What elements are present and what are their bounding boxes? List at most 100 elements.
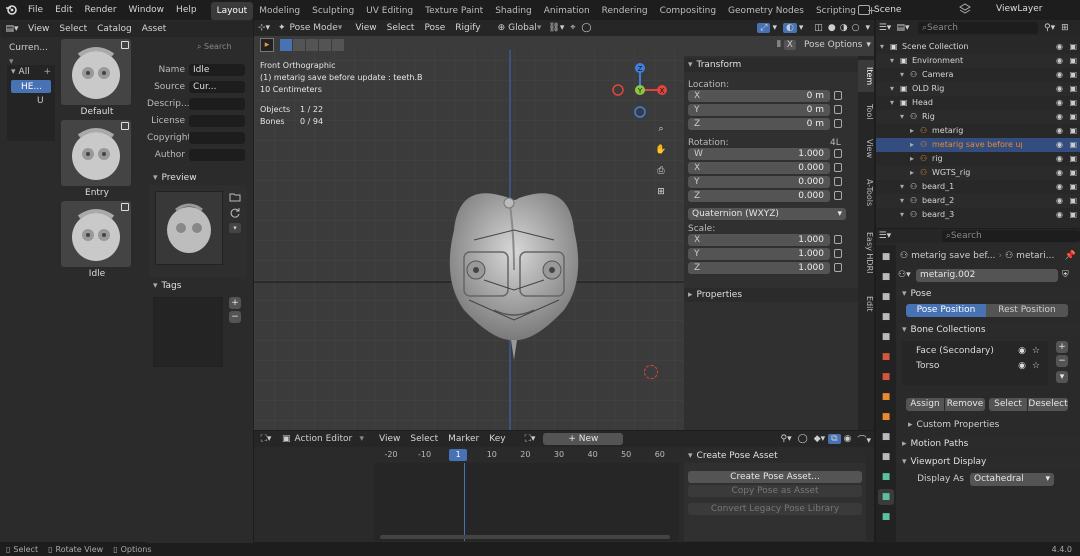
view-layer-name[interactable]: ViewLayer: [996, 4, 1042, 14]
sidebar-tab-item[interactable]: Item: [858, 60, 874, 92]
asset-prop-field[interactable]: [189, 98, 245, 110]
camera-render-icon[interactable]: ▣: [1069, 68, 1077, 82]
expand-arrow-icon[interactable]: ▾: [900, 68, 910, 82]
tags-list[interactable]: [153, 297, 223, 367]
pose-panel-header[interactable]: ▾ Pose: [898, 287, 1080, 301]
current-frame-indicator[interactable]: 1: [449, 449, 468, 461]
scale-z-field[interactable]: Z 1.000: [688, 262, 830, 274]
visibility-eye-icon[interactable]: ◉: [1018, 346, 1026, 356]
sidebar-tab-view[interactable]: View: [858, 132, 874, 164]
visibility-eye-icon[interactable]: ◉: [1056, 96, 1063, 110]
menu-render[interactable]: Render: [79, 0, 123, 20]
workspace-tab-shading[interactable]: Shading: [489, 2, 538, 20]
camera-render-icon[interactable]: ▣: [1069, 40, 1077, 54]
viewport-menu-pose[interactable]: Pose: [419, 20, 450, 36]
fake-user-icon[interactable]: ⛨: [1062, 270, 1069, 280]
convert-legacy-pose-library-button[interactable]: Convert Legacy Pose Library: [688, 503, 862, 515]
expand-arrow-icon[interactable]: ▾: [890, 82, 900, 96]
perspective-grid-icon[interactable]: ⊞: [652, 183, 670, 201]
expand-arrow-icon[interactable]: ▾: [900, 194, 910, 208]
keyframe-area[interactable]: [374, 463, 679, 541]
visibility-eye-icon[interactable]: ◉: [1056, 194, 1063, 208]
properties-tab-scene-icon[interactable]: ■: [878, 329, 894, 345]
properties-tab-modifier-icon[interactable]: ■: [878, 409, 894, 425]
assign-button[interactable]: Assign: [906, 397, 944, 411]
asset-card-default[interactable]: Default: [61, 39, 133, 119]
sidebar-tab-tool[interactable]: Tool: [858, 96, 874, 128]
rotation-lock-4l[interactable]: 4L: [830, 138, 841, 148]
sidebar-tab-edit[interactable]: Edit: [858, 288, 874, 320]
visibility-eye-icon[interactable]: ◉: [1056, 54, 1063, 68]
symmetry-icon[interactable]: ⫴: [774, 40, 784, 50]
location-y-field[interactable]: Y 0 m: [688, 104, 830, 116]
expand-arrow-icon[interactable]: ▸: [910, 166, 920, 180]
location-x-field[interactable]: X 0 m: [688, 90, 830, 102]
folder-icon[interactable]: [229, 191, 241, 203]
camera-render-icon[interactable]: ▣: [1069, 82, 1077, 96]
expand-arrow-icon[interactable]: ▸: [910, 138, 920, 152]
create-pose-asset-button[interactable]: Create Pose Asset...: [688, 471, 862, 483]
editor-type-icon[interactable]: ⛶▾: [254, 434, 278, 444]
lock-icon[interactable]: [834, 249, 842, 258]
action-menu-select[interactable]: Select: [405, 431, 443, 447]
outliner-row-wgts-rig[interactable]: ▸ ⚇ WGTS_rig ◉ ▣: [876, 166, 1080, 180]
asset-menu-select[interactable]: Select: [54, 21, 92, 37]
visibility-eye-icon[interactable]: ◉: [1056, 82, 1063, 96]
asset-prop-field[interactable]: [189, 115, 245, 127]
bone-collection-face-secondary[interactable]: Face (Secondary) ◉ ☆: [902, 344, 1048, 358]
scale-y-field[interactable]: Y 1.000: [688, 248, 830, 260]
expand-arrow-icon[interactable]: ▾: [900, 110, 910, 124]
menu-window[interactable]: Window: [123, 0, 171, 20]
lock-icon[interactable]: [834, 105, 842, 114]
properties-tab-output-icon[interactable]: ■: [878, 289, 894, 305]
viewport-menu-rigify[interactable]: Rigify: [450, 20, 485, 36]
visibility-eye-icon[interactable]: ◉: [1056, 138, 1063, 152]
action-menu-key[interactable]: Key: [484, 431, 510, 447]
add-tag-button[interactable]: +: [229, 297, 241, 309]
filter-icon[interactable]: ⚲▾: [778, 434, 795, 444]
outliner-row-head[interactable]: ▾ ▣ Head ◉ ▣: [876, 96, 1080, 110]
expand-arrow-icon[interactable]: ▾: [900, 208, 910, 222]
expand-arrow-icon[interactable]: ▸: [910, 152, 920, 166]
transform-panel-header[interactable]: ▾ Transform: [684, 58, 858, 72]
editor-type-icon[interactable]: ⊹▾: [254, 23, 274, 33]
properties-tab-world-icon[interactable]: ■: [878, 349, 894, 365]
proportional-edit-icon[interactable]: ◯: [795, 434, 811, 444]
pivot-icon[interactable]: ⛓▾: [545, 23, 567, 33]
library-selector[interactable]: Curren... ▾: [5, 41, 55, 67]
remove-tag-button[interactable]: −: [229, 311, 241, 323]
display-mode-icon[interactable]: ▤▾: [894, 23, 912, 33]
auto-merge-icon[interactable]: ◉: [841, 434, 855, 444]
outliner-row-metarig-save-before-up[interactable]: ▸ ⚇ metarig save before up ◉ ▣: [876, 138, 1080, 152]
workspace-tab-modeling[interactable]: Modeling: [253, 2, 306, 20]
outliner-row-beard-2[interactable]: ▾ ⚇ beard_2 ◉ ▣: [876, 194, 1080, 208]
keyframe-type-icon[interactable]: ◆▾: [811, 434, 828, 444]
outliner-row-environment[interactable]: ▾ ▣ Environment ◉ ▣: [876, 54, 1080, 68]
catalog-all[interactable]: ▾ All +: [7, 65, 55, 79]
properties-tab-constraints-icon[interactable]: ■: [878, 469, 894, 485]
bone-collection-torso[interactable]: Torso ◉ ☆: [902, 359, 1048, 373]
gizmo-icon[interactable]: ⤢: [757, 23, 771, 33]
action-menu-view[interactable]: View: [374, 431, 405, 447]
snapping-icon[interactable]: ⧉: [828, 434, 841, 444]
visibility-eye-icon[interactable]: ◉: [1018, 361, 1026, 371]
pan-hand-icon[interactable]: ✋: [652, 141, 670, 159]
expand-arrow-icon[interactable]: ▾: [880, 40, 890, 54]
remove-button[interactable]: Remove: [945, 397, 985, 411]
location-z-field[interactable]: Z 0 m: [688, 118, 830, 130]
asset-prop-field[interactable]: Idle: [189, 64, 245, 76]
select-button[interactable]: Select: [989, 397, 1027, 411]
remove-bone-collection-button[interactable]: −: [1056, 355, 1068, 367]
camera-render-icon[interactable]: ▣: [1069, 124, 1077, 138]
xray-icon[interactable]: ◫: [811, 23, 826, 33]
outliner-row-metarig[interactable]: ▸ ⚇ metarig ◉ ▣: [876, 124, 1080, 138]
lock-icon[interactable]: [834, 119, 842, 128]
menu-file[interactable]: File: [22, 0, 49, 20]
lock-icon[interactable]: [834, 191, 842, 200]
sidebar-tab-a-tools[interactable]: A-Tools: [858, 168, 874, 218]
properties-tab-tool-icon[interactable]: ■: [878, 249, 894, 265]
select-mode-new-icon[interactable]: [280, 39, 292, 51]
tool-select-icon[interactable]: ▸: [260, 38, 274, 52]
rest-position-button[interactable]: Rest Position: [986, 303, 1068, 317]
camera-render-icon[interactable]: ▣: [1069, 194, 1077, 208]
